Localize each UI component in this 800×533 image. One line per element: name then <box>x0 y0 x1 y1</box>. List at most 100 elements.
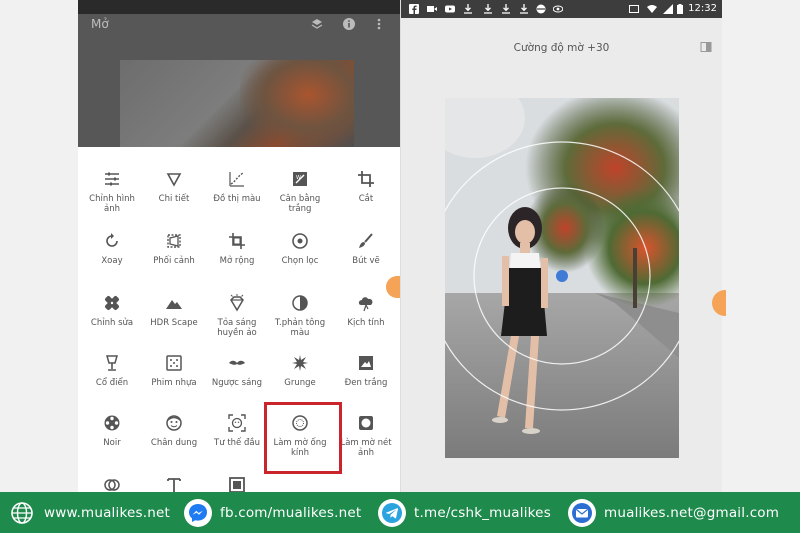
tool-mountain[interactable]: HDR Scape <box>142 294 206 328</box>
tool-label: Chỉnh hình ảnh <box>89 194 135 214</box>
tool-label: Đen trắng <box>344 378 388 388</box>
edited-photo[interactable] <box>445 98 679 458</box>
expand-icon <box>229 233 245 249</box>
brush-icon <box>359 233 373 248</box>
android-status-bar: 12:32 <box>401 0 722 18</box>
tool-face[interactable]: Chân dung <box>142 414 206 448</box>
status-bar <box>78 0 400 14</box>
triangle-details-icon <box>166 173 182 187</box>
vignette-icon <box>359 416 373 430</box>
tool-grunge[interactable]: Grunge <box>268 354 332 388</box>
tool-head-pose[interactable]: Tư thế đầu <box>205 414 269 448</box>
glamour-glow-icon <box>230 294 244 312</box>
signal-icon <box>663 4 673 14</box>
white-balance-icon: W <box>293 172 307 186</box>
footer-item-telegram[interactable]: t.me/cshk_mualikes <box>378 492 551 533</box>
open-menu-label[interactable]: Mở <box>91 17 109 31</box>
tonal-contrast-icon <box>292 295 308 311</box>
tool-label: HDR Scape <box>150 318 198 328</box>
frames-icon <box>229 477 245 492</box>
tool-label: Chọn lọc <box>281 256 319 266</box>
tool-label: Chi tiết <box>158 194 190 204</box>
tool-perspective[interactable]: Phối cảnh <box>142 232 206 266</box>
video-icon <box>427 6 437 12</box>
tool-label: Grunge <box>284 378 316 388</box>
tool-grainy-film[interactable]: Phim nhựa <box>142 354 206 388</box>
battery-icon <box>677 4 683 14</box>
grunge-icon <box>292 355 308 371</box>
tool-expand[interactable]: Mở rộng <box>205 232 269 266</box>
tool-label: Chân dung <box>150 438 198 448</box>
left-margin <box>0 0 78 492</box>
tool-retrolux-mustache[interactable]: Ngược sáng <box>205 354 269 388</box>
face-icon <box>166 415 182 431</box>
tool-frames[interactable] <box>205 476 269 492</box>
photo-preview <box>120 60 354 147</box>
more-vert-icon[interactable] <box>372 17 386 31</box>
tool-label: Cổ điển <box>95 378 129 388</box>
tool-curves[interactable]: Đồ thị màu <box>205 170 269 204</box>
tool-vintage-lamp[interactable]: Cổ điển <box>80 354 144 388</box>
tool-label: Xoay <box>101 256 123 266</box>
tool-drama[interactable]: Kịch tính <box>334 294 398 328</box>
info-icon[interactable] <box>342 17 356 31</box>
lens-blur-screen: 12:32 Cường độ mờ +30 <box>400 0 722 492</box>
tool-triangle-details[interactable]: Chi tiết <box>142 170 206 204</box>
tool-label: Mở rộng <box>219 256 255 266</box>
wifi-icon <box>647 5 657 13</box>
head-pose-icon <box>228 414 246 432</box>
footer-website-text: www.mualikes.net <box>44 504 170 521</box>
messenger-icon <box>184 498 212 527</box>
status-time: 12:32 <box>688 3 717 14</box>
tool-label: T.phản tông màu <box>274 318 326 338</box>
compare-icon[interactable] <box>700 41 712 53</box>
tool-double-exposure[interactable] <box>80 476 144 492</box>
facebook-icon <box>409 4 419 14</box>
footer-telegram-text: t.me/cshk_mualikes <box>414 504 551 521</box>
tool-black-white[interactable]: Đen trắng <box>334 354 398 388</box>
curves-icon <box>229 172 244 187</box>
tool-label: Chỉnh sửa <box>90 318 134 328</box>
tool-label: Phối cảnh <box>153 256 195 266</box>
tool-text[interactable] <box>142 476 206 492</box>
screenshot-stage: Mở Chỉnh hình ảnh Chi tiết Đồ thị màu W Cân … <box>0 0 800 533</box>
snapseed-tools-screen: Mở Chỉnh hình ảnh Chi tiết Đồ thị màu W Cân … <box>78 0 400 492</box>
tool-label: Cắt <box>358 194 374 204</box>
perspective-icon <box>167 234 181 248</box>
tool-glamour-glow[interactable]: Tỏa sáng huyền ảo <box>205 294 269 338</box>
circle-app-icon <box>536 4 546 14</box>
tool-crop[interactable]: Cắt <box>334 170 398 204</box>
tool-tonal-contrast[interactable]: T.phản tông màu <box>268 294 332 338</box>
crop-icon <box>358 171 374 187</box>
tool-selective[interactable]: Chọn lọc <box>268 232 332 266</box>
tool-label: Phim nhựa <box>151 378 197 388</box>
download-icon <box>484 4 492 14</box>
tool-tune[interactable]: Chỉnh hình ảnh <box>80 170 144 214</box>
tool-healing[interactable]: Chỉnh sửa <box>80 294 144 328</box>
tool-label: Bút vẽ <box>352 256 380 266</box>
text-icon <box>167 478 181 492</box>
tool-white-balance[interactable]: W Cân bằng trắng <box>268 170 332 214</box>
tool-vignette[interactable]: Làm mờ nét ảnh <box>334 414 398 458</box>
footer-item-email[interactable]: mualikes.net@gmail.com <box>568 492 779 533</box>
tool-label: Tư thế đầu <box>214 438 260 448</box>
dimmed-photo-area: Mở <box>78 0 400 147</box>
drama-icon <box>358 297 373 312</box>
cast-icon <box>629 5 639 13</box>
tool-rotate[interactable]: Xoay <box>80 232 144 266</box>
tool-film-reel[interactable]: Noir <box>80 414 144 448</box>
photo-scene <box>445 98 679 458</box>
footer-item-facebook[interactable]: fb.com/mualikes.net <box>184 492 361 533</box>
grainy-film-icon <box>166 355 182 371</box>
blur-strength-label: Cường độ mờ +30 <box>513 42 610 54</box>
tool-label: Cân bằng trắng <box>279 194 321 214</box>
contact-footer: www.mualikes.net fb.com/mualikes.net t.m… <box>0 492 800 533</box>
footer-item-website[interactable]: www.mualikes.net <box>8 492 170 533</box>
globe-icon <box>8 499 36 527</box>
tool-brush[interactable]: Bút vẽ <box>334 232 398 266</box>
download-icon <box>520 4 528 14</box>
youtube-icon <box>445 5 455 13</box>
footer-facebook-text: fb.com/mualikes.net <box>220 504 362 521</box>
retrolux-mustache-icon <box>229 360 245 365</box>
layers-icon[interactable] <box>310 17 324 31</box>
